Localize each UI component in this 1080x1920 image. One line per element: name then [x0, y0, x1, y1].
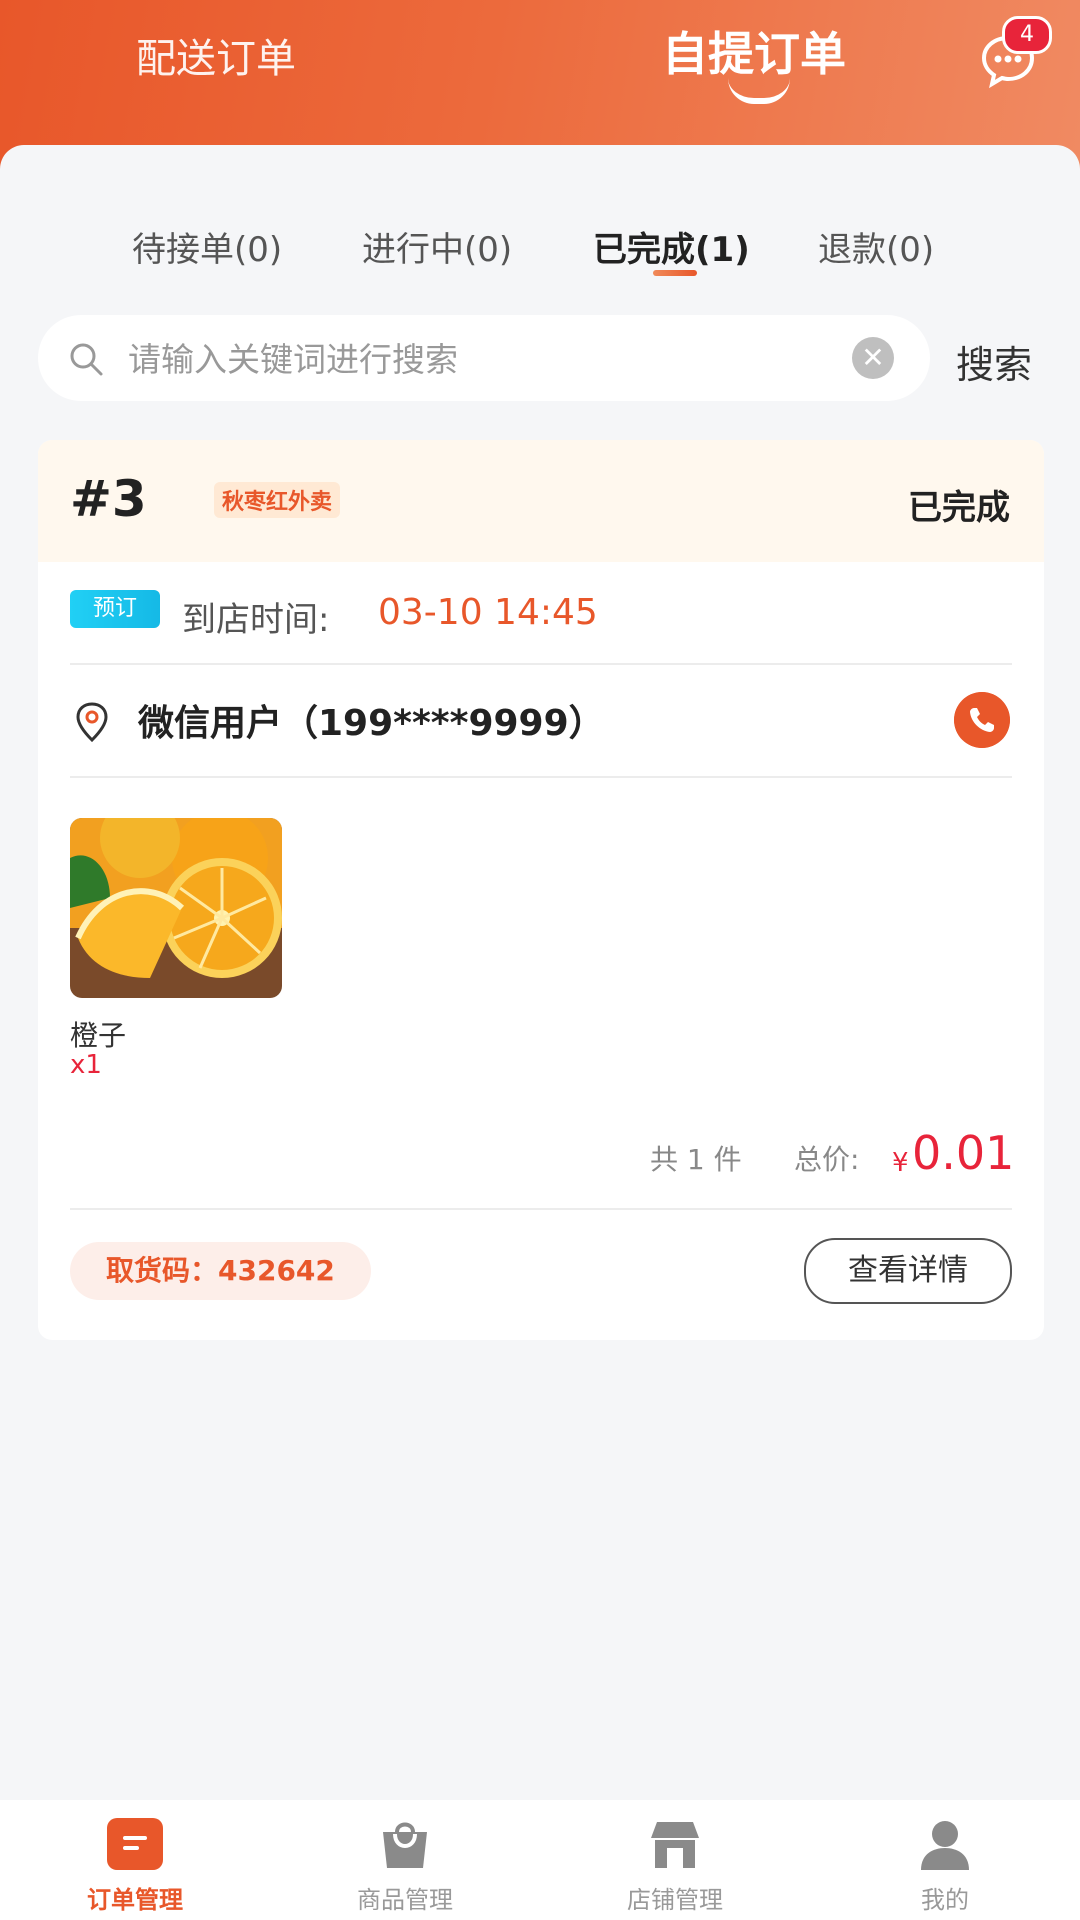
tab-pickup-orders[interactable]: 自提订单	[662, 18, 846, 84]
status-tabs: 待接单(0) 进行中(0) 已完成(1) 退款(0)	[0, 222, 1080, 282]
order-number: #3	[70, 470, 147, 528]
view-details-button[interactable]: 查看详情	[804, 1238, 1012, 1304]
tab-refund[interactable]: 退款(0)	[818, 222, 934, 271]
nav-label: 商品管理	[357, 1886, 453, 1914]
pickup-code: 取货码：432642	[70, 1242, 371, 1300]
order-card-header: #3 秋枣红外卖 已完成	[38, 440, 1044, 562]
nav-label: 我的	[921, 1886, 969, 1914]
arrive-time-value: 03-10 14:45	[378, 592, 598, 633]
tab-pending[interactable]: 待接单(0)	[132, 222, 282, 271]
nav-label: 店铺管理	[627, 1886, 723, 1914]
nav-product-management[interactable]: 商品管理	[305, 1800, 505, 1920]
message-badge: 4	[1002, 16, 1052, 54]
customer-name: 微信用户（199****9999）	[138, 703, 605, 744]
tab-delivery-orders[interactable]: 配送订单	[136, 26, 296, 84]
nav-store-management[interactable]: 店铺管理	[575, 1800, 775, 1920]
phone-icon[interactable]	[954, 692, 1010, 748]
divider	[70, 663, 1012, 665]
clear-icon[interactable]: ✕	[852, 337, 894, 379]
search-bar: ✕	[38, 315, 930, 401]
tab-completed[interactable]: 已完成(1)	[593, 222, 750, 271]
search-icon	[70, 343, 103, 376]
divider	[70, 776, 1012, 778]
store-tag: 秋枣红外卖	[214, 482, 341, 518]
search-input[interactable]	[126, 329, 870, 389]
total-count: 共 1 件	[650, 1143, 742, 1176]
location-icon	[76, 702, 108, 742]
tab-in-progress[interactable]: 进行中(0)	[362, 222, 512, 271]
arrive-time-label: 到店时间:	[182, 600, 330, 640]
order-card: #3 秋枣红外卖 已完成 预订 到店时间: 03-10 14:45 微信用户（1…	[38, 440, 1044, 1340]
nav-order-management[interactable]: 订单管理	[35, 1800, 235, 1920]
active-tab-indicator	[728, 78, 790, 104]
bag-icon	[383, 1822, 427, 1868]
nav-label: 订单管理	[87, 1886, 183, 1914]
order-icon	[107, 1818, 163, 1870]
product-image	[70, 818, 282, 998]
user-icon	[921, 1821, 969, 1870]
nav-mine[interactable]: 我的	[845, 1800, 1045, 1920]
product-name: 橙子	[70, 1019, 127, 1052]
order-status: 已完成	[908, 488, 1010, 528]
total-price: 0.01	[912, 1126, 1015, 1180]
total-label: 总价:	[794, 1143, 860, 1176]
divider	[70, 1208, 1012, 1210]
product-quantity: x1	[70, 1050, 102, 1080]
status-tab-indicator	[653, 270, 697, 276]
store-icon	[651, 1822, 699, 1868]
bottom-navigation: 订单管理 商品管理 店铺管理 我的	[0, 1800, 1080, 1920]
reserve-badge: 预订	[70, 590, 160, 628]
search-button[interactable]: 搜索	[956, 334, 1032, 389]
currency-symbol: ¥	[892, 1148, 909, 1178]
